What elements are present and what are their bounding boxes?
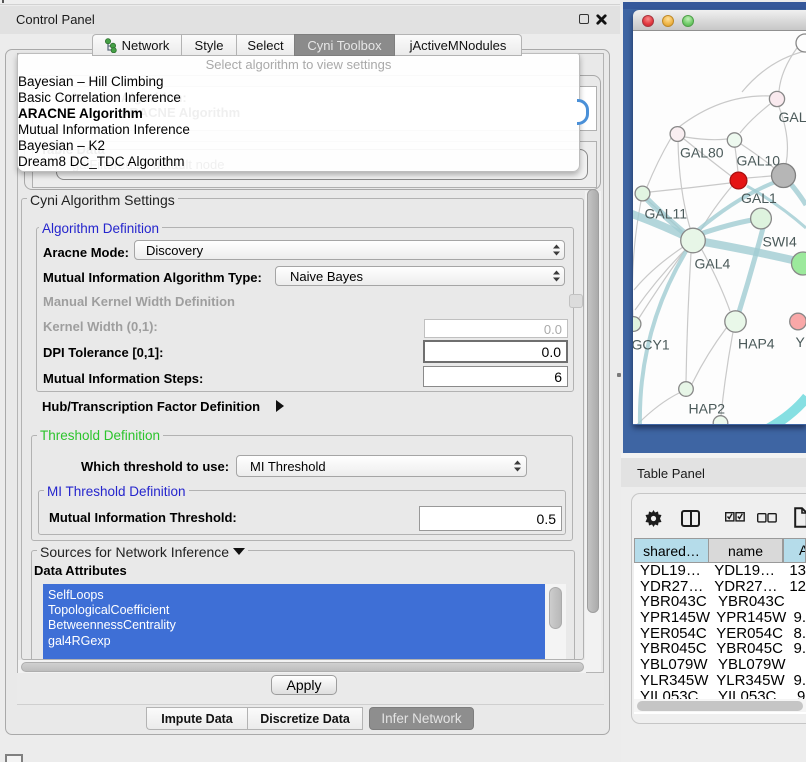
- svg-text:YM: YM: [796, 334, 806, 350]
- svg-text:SWI4: SWI4: [763, 234, 797, 250]
- svg-text:GCY1: GCY1: [633, 337, 670, 353]
- svg-text:GAL4: GAL4: [695, 256, 731, 272]
- svg-text:HAP4: HAP4: [738, 336, 775, 352]
- svg-text:GAL10: GAL10: [737, 153, 781, 169]
- svg-text:GAL7: GAL7: [779, 109, 806, 125]
- svg-text:GAL80: GAL80: [680, 145, 724, 161]
- svg-text:GAL11: GAL11: [645, 206, 688, 222]
- svg-text:GAL1: GAL1: [741, 190, 777, 206]
- svg-text:HAP2: HAP2: [689, 401, 726, 417]
